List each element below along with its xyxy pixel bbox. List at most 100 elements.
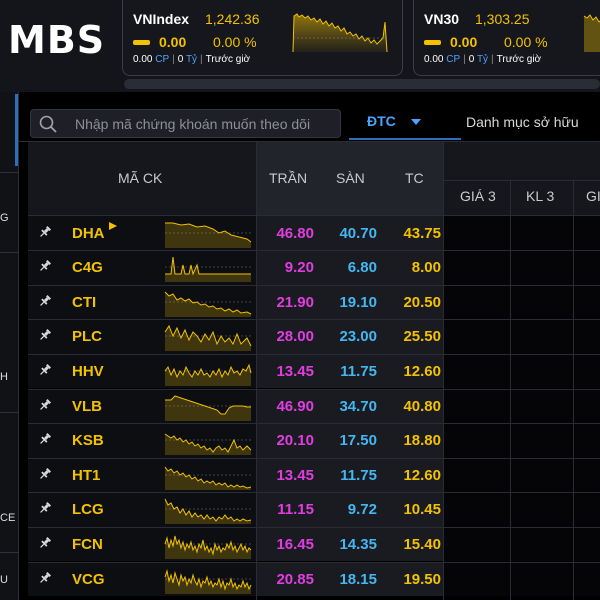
table-row[interactable]: LCG 11.15 9.72 10.45 (28, 492, 600, 527)
pin-icon[interactable] (38, 467, 52, 481)
symbol-code[interactable]: HHV (72, 363, 104, 380)
session-status: Trước giờ (496, 54, 542, 65)
nav-item-fragment[interactable]: G (0, 212, 9, 224)
pin-icon[interactable] (38, 363, 52, 377)
floor-price: 19.10 (339, 293, 377, 311)
reference-price: 25.50 (403, 328, 441, 346)
ceiling-price: 13.45 (276, 466, 314, 484)
active-indicator (15, 94, 18, 166)
value-unit: Tỷ (185, 54, 198, 65)
ceiling-price: 46.90 (276, 397, 314, 415)
symbol-code[interactable]: VCG (72, 571, 105, 588)
index-name: VN30 (424, 11, 460, 27)
table-row[interactable]: VCG 20.85 18.15 19.50 (28, 561, 600, 597)
symbol-code[interactable]: DHA (72, 225, 105, 242)
index-strip-scrollbar[interactable] (124, 79, 600, 89)
index-card-vn30[interactable]: VN30 1,303.25 0.00 0.00 % 0.00 CP | 0 Tỷ | T… (413, 0, 600, 76)
pin-icon[interactable] (38, 571, 52, 585)
floor-price: 9.72 (347, 501, 377, 519)
header-cell-ceiling[interactable]: TRẦN (256, 142, 324, 215)
order-book-cells (443, 215, 600, 251)
pin-icon[interactable] (38, 259, 52, 273)
reference-price: 10.45 (403, 501, 441, 519)
chevron-down-icon[interactable] (411, 119, 421, 125)
order-book-cells (443, 457, 600, 493)
nav-item-fragment[interactable]: CE (0, 512, 15, 524)
mini-price-chart (164, 568, 252, 594)
table-row[interactable]: DHA 46.80 40.70 43.75 (28, 215, 600, 251)
header-cell-reference[interactable]: TC (386, 142, 443, 215)
row-divider (28, 284, 600, 286)
ceiling-price: 21.90 (276, 293, 314, 311)
mini-price-chart (165, 222, 252, 248)
pin-icon[interactable] (38, 536, 52, 550)
value-unit: Tỷ (476, 54, 489, 65)
header-cell-floor[interactable]: SÀN (324, 142, 386, 215)
value-amount: 0 (468, 54, 475, 65)
volume-unit: CP (155, 54, 170, 65)
nav-item-fragment[interactable]: H (0, 371, 8, 383)
index-summary: 0.00 CP | 0 Tỷ | Trước giờ (424, 54, 542, 65)
ceiling-price: 13.45 (276, 362, 314, 380)
ceiling-price: 20.10 (276, 432, 314, 450)
reference-price: 15.40 (403, 535, 441, 553)
mini-price-chart (164, 535, 252, 559)
reference-price: 40.80 (403, 397, 441, 415)
ceiling-price: 11.15 (277, 501, 314, 519)
table-row[interactable]: CTI 21.90 19.10 20.50 (28, 284, 600, 320)
table-row[interactable]: C4G 9.20 6.80 8.00 (28, 250, 600, 285)
order-book-cells (443, 388, 600, 424)
ceiling-price: 9.20 (284, 259, 314, 277)
symbol-code[interactable]: PLC (72, 328, 102, 345)
table-row[interactable]: FCN 16.45 14.35 15.40 (28, 526, 600, 562)
symbol-code[interactable]: CTI (72, 294, 96, 311)
tab-watchlist-dtc[interactable]: ĐTC (349, 104, 461, 140)
index-card-vnindex[interactable]: VNIndex 1,242.36 0.00 0.00 % 0.00 CP | 0 T… (122, 0, 403, 76)
mini-price-chart (165, 394, 251, 421)
mbs-logo[interactable]: MBS (8, 18, 105, 62)
symbol-code[interactable]: VLB (72, 398, 102, 415)
pin-icon[interactable] (38, 398, 52, 412)
mini-price-chart (164, 466, 252, 490)
header-label-next[interactable]: GI (586, 188, 600, 204)
pin-icon[interactable] (38, 225, 52, 239)
symbol-code[interactable]: HT1 (72, 467, 100, 484)
ceiling-price: 46.80 (276, 224, 314, 242)
table-row[interactable]: HHV 13.45 11.75 12.60 (28, 353, 600, 389)
volume-value: 0.00 (424, 54, 444, 65)
symbol-code[interactable]: C4G (72, 259, 103, 276)
row-divider (28, 353, 600, 355)
reference-price: 19.50 (403, 570, 441, 588)
header-label-volume3[interactable]: KL 3 (526, 188, 554, 204)
tab-portfolio[interactable]: Danh mục sở hữu (466, 114, 579, 130)
pin-icon[interactable] (38, 501, 52, 515)
symbol-code[interactable]: LCG (72, 501, 104, 518)
table-row[interactable]: KSB 20.10 17.50 18.80 (28, 423, 600, 458)
header-label-price3[interactable]: GIÁ 3 (460, 188, 496, 204)
header-label: SÀN (336, 170, 365, 186)
table-row[interactable]: HT1 13.45 11.75 12.60 (28, 457, 600, 493)
pin-icon[interactable] (38, 432, 52, 446)
header-label: TRẦN (269, 170, 308, 186)
symbol-code[interactable]: KSB (72, 432, 104, 449)
floor-price: 14.35 (339, 535, 377, 553)
row-divider (28, 526, 600, 528)
table-row[interactable]: VLB 46.90 34.70 40.80 (28, 388, 600, 424)
volume-value: 0.00 (133, 54, 153, 65)
pin-icon[interactable] (38, 294, 52, 308)
symbol-code[interactable]: FCN (72, 536, 103, 553)
order-book-cells (443, 423, 600, 458)
floor-price: 34.70 (339, 397, 377, 415)
mini-price-chart (164, 499, 252, 525)
mini-price-chart (164, 363, 252, 386)
row-divider (28, 457, 600, 459)
ceiling-price: 28.00 (276, 328, 314, 346)
table-row[interactable]: PLC 28.00 23.00 25.50 (28, 319, 600, 354)
ceiling-price: 16.45 (276, 535, 314, 553)
pin-icon[interactable] (38, 328, 52, 342)
watchlist-toolbar: Nhập mã chứng khoán muốn theo dõi ĐTC Da… (19, 92, 600, 142)
nav-item-fragment[interactable]: U (0, 574, 8, 586)
floor-price: 23.00 (339, 328, 377, 346)
search-input[interactable]: Nhập mã chứng khoán muốn theo dõi (30, 109, 341, 138)
header-cell-symbol[interactable]: MÃ CK (28, 142, 256, 215)
